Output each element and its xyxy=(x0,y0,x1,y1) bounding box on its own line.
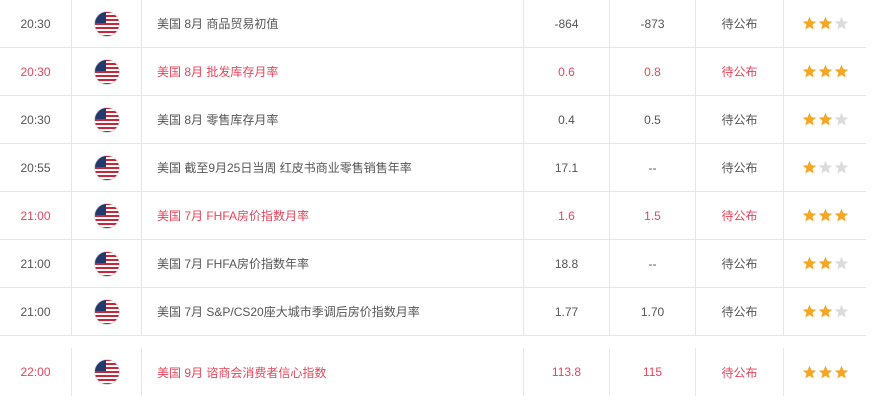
country-cell xyxy=(72,348,142,396)
us-flag-icon xyxy=(93,58,120,85)
star-filled-icon xyxy=(802,64,816,78)
star-filled-icon xyxy=(802,112,816,126)
star-filled-icon xyxy=(818,16,832,30)
importance-rating xyxy=(784,192,866,239)
country-cell xyxy=(72,0,142,47)
star-filled-icon xyxy=(802,304,816,318)
forecast-value: 0.8 xyxy=(610,48,696,95)
event-time: 20:30 xyxy=(0,0,72,47)
event-name[interactable]: 美国 8月 零售库存月率 xyxy=(142,96,524,143)
table-row[interactable]: 20:30 美国 8月 批发库存月率 0.6 0.8 待公布 xyxy=(0,48,866,96)
star-filled-icon xyxy=(818,304,832,318)
country-cell xyxy=(72,240,142,287)
event-time: 21:00 xyxy=(0,240,72,287)
us-flag-icon xyxy=(93,298,120,325)
star-filled-icon xyxy=(834,64,848,78)
star-empty-icon xyxy=(834,16,848,30)
star-filled-icon xyxy=(818,208,832,222)
country-cell xyxy=(72,48,142,95)
importance-rating xyxy=(784,48,866,95)
actual-value: 待公布 xyxy=(696,192,784,239)
star-filled-icon xyxy=(802,160,816,174)
us-flag-icon xyxy=(93,250,120,277)
event-name[interactable]: 美国 9月 谘商会消费者信心指数 xyxy=(142,348,524,396)
star-empty-icon xyxy=(834,256,848,270)
actual-value: 待公布 xyxy=(696,348,784,396)
event-name[interactable]: 美国 7月 S&P/CS20座大城市季调后房价指数月率 xyxy=(142,288,524,335)
previous-value: -864 xyxy=(524,0,610,47)
country-cell xyxy=(72,288,142,335)
actual-value: 待公布 xyxy=(696,0,784,47)
event-time: 20:30 xyxy=(0,48,72,95)
previous-value: 17.1 xyxy=(524,144,610,191)
actual-value: 待公布 xyxy=(696,48,784,95)
event-name[interactable]: 美国 8月 批发库存月率 xyxy=(142,48,524,95)
us-flag-icon xyxy=(93,10,120,37)
previous-value: 18.8 xyxy=(524,240,610,287)
table-row[interactable]: 21:00 美国 7月 FHFA房价指数月率 1.6 1.5 待公布 xyxy=(0,192,866,240)
event-time: 20:55 xyxy=(0,144,72,191)
table-row[interactable]: 21:00 美国 7月 S&P/CS20座大城市季调后房价指数月率 1.77 1… xyxy=(0,288,866,336)
star-filled-icon xyxy=(834,208,848,222)
event-time: 22:00 xyxy=(0,348,72,396)
forecast-value: -873 xyxy=(610,0,696,47)
previous-value: 0.4 xyxy=(524,96,610,143)
forecast-value: -- xyxy=(610,240,696,287)
table-row[interactable]: 20:30 美国 8月 零售库存月率 0.4 0.5 待公布 xyxy=(0,96,866,144)
table-row[interactable]: 21:00 美国 7月 FHFA房价指数年率 18.8 -- 待公布 xyxy=(0,240,866,288)
star-filled-icon xyxy=(802,365,816,378)
star-filled-icon xyxy=(818,64,832,78)
event-time: 20:30 xyxy=(0,96,72,143)
event-time: 21:00 xyxy=(0,192,72,239)
star-filled-icon xyxy=(802,256,816,270)
star-filled-icon xyxy=(834,365,848,378)
country-cell xyxy=(72,96,142,143)
star-empty-icon xyxy=(818,160,832,174)
us-flag-icon xyxy=(93,359,120,385)
previous-value: 1.6 xyxy=(524,192,610,239)
importance-rating xyxy=(784,348,866,396)
star-filled-icon xyxy=(818,365,832,378)
forecast-value: 1.5 xyxy=(610,192,696,239)
star-filled-icon xyxy=(818,112,832,126)
importance-rating xyxy=(784,0,866,47)
table-row[interactable]: 20:30 美国 8月 商品贸易初值 -864 -873 待公布 xyxy=(0,0,866,48)
star-empty-icon xyxy=(834,304,848,318)
forecast-value: -- xyxy=(610,144,696,191)
country-cell xyxy=(72,144,142,191)
scroll-gutter xyxy=(866,0,878,408)
event-time: 21:00 xyxy=(0,288,72,335)
forecast-value: 115 xyxy=(610,348,696,396)
actual-value: 待公布 xyxy=(696,96,784,143)
table-row[interactable]: 22:00 美国 9月 谘商会消费者信心指数 113.8 115 待公布 xyxy=(0,348,866,396)
us-flag-icon xyxy=(93,154,120,181)
forecast-value: 1.70 xyxy=(610,288,696,335)
event-name[interactable]: 美国 7月 FHFA房价指数月率 xyxy=(142,192,524,239)
star-empty-icon xyxy=(834,160,848,174)
us-flag-icon xyxy=(93,202,120,229)
star-filled-icon xyxy=(802,208,816,222)
us-flag-icon xyxy=(93,106,120,133)
previous-value: 113.8 xyxy=(524,348,610,396)
forecast-value: 0.5 xyxy=(610,96,696,143)
importance-rating xyxy=(784,288,866,335)
star-filled-icon xyxy=(802,16,816,30)
event-name[interactable]: 美国 7月 FHFA房价指数年率 xyxy=(142,240,524,287)
country-cell xyxy=(72,192,142,239)
importance-rating xyxy=(784,144,866,191)
actual-value: 待公布 xyxy=(696,288,784,335)
previous-value: 1.77 xyxy=(524,288,610,335)
previous-value: 0.6 xyxy=(524,48,610,95)
event-name[interactable]: 美国 8月 商品贸易初值 xyxy=(142,0,524,47)
star-filled-icon xyxy=(818,256,832,270)
importance-rating xyxy=(784,96,866,143)
importance-rating xyxy=(784,240,866,287)
star-empty-icon xyxy=(834,112,848,126)
economic-calendar: 20:30 美国 8月 商品贸易初值 -864 -873 待公布 20:30 美… xyxy=(0,0,878,408)
actual-value: 待公布 xyxy=(696,144,784,191)
actual-value: 待公布 xyxy=(696,240,784,287)
table-row[interactable]: 20:55 美国 截至9月25日当周 红皮书商业零售销售年率 17.1 -- 待… xyxy=(0,144,866,192)
event-name[interactable]: 美国 截至9月25日当周 红皮书商业零售销售年率 xyxy=(142,144,524,191)
